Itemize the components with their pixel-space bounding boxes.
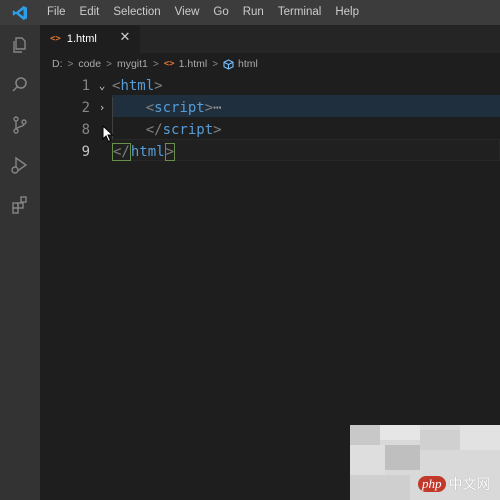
breadcrumb-drive[interactable]: D: — [52, 58, 63, 70]
vscode-logo-icon[interactable] — [0, 0, 40, 25]
menu-help[interactable]: Help — [328, 0, 366, 25]
line-number: 9 — [81, 144, 90, 160]
chevron-right-icon: > — [106, 58, 112, 70]
watermark-logo: php 中文网 — [418, 474, 491, 494]
menu-selection[interactable]: Selection — [106, 0, 167, 25]
menu-file[interactable]: File — [40, 0, 73, 25]
vscode-window: File Edit Selection View Go Run Terminal… — [0, 0, 500, 500]
code-line[interactable]: 1 ⌄ <html> — [40, 75, 500, 97]
breadcrumb-folder-mygit1[interactable]: mygit1 — [117, 58, 148, 70]
menu-bar: File Edit Selection View Go Run Terminal… — [40, 0, 366, 25]
line-number: 8 — [81, 122, 90, 138]
menu-edit[interactable]: Edit — [73, 0, 107, 25]
html-file-icon: <> — [163, 59, 175, 69]
code-text: </script> — [145, 122, 222, 138]
chevron-right-icon: > — [212, 58, 219, 70]
code-line[interactable]: 2 › <script>⋯ — [40, 97, 500, 119]
symbol-element-icon — [223, 58, 234, 70]
chevron-right-icon: > — [152, 58, 159, 70]
close-icon[interactable]: ✕ — [118, 31, 132, 45]
fold-expanded-icon[interactable]: ⌄ — [96, 75, 108, 97]
menu-go[interactable]: Go — [206, 0, 235, 25]
bracket-match: </ — [112, 143, 131, 161]
mouse-pointer-icon — [102, 124, 114, 147]
code-text: </html> — [112, 143, 176, 161]
folded-ellipsis: ⋯ — [213, 100, 222, 116]
source-control-icon[interactable] — [0, 105, 40, 145]
menu-view[interactable]: View — [168, 0, 207, 25]
menu-run[interactable]: Run — [236, 0, 271, 25]
code-text: <html> — [112, 78, 163, 94]
run-debug-icon[interactable] — [0, 145, 40, 185]
tab-bar: <> 1.html ✕ — [40, 25, 500, 53]
tab-label: 1.html — [66, 33, 97, 45]
breadcrumb-file[interactable]: 1.html — [179, 58, 208, 70]
extensions-icon[interactable] — [0, 185, 40, 225]
line-number: 2 — [81, 100, 90, 116]
breadcrumb-symbol[interactable]: html — [238, 58, 258, 70]
tab-1-html[interactable]: <> 1.html ✕ — [40, 25, 140, 53]
menu-terminal[interactable]: Terminal — [271, 0, 328, 25]
html-file-icon: <> — [50, 34, 61, 44]
activity-bar — [0, 25, 40, 500]
watermark: php 中文网 — [350, 425, 500, 500]
fold-collapsed-icon[interactable]: › — [96, 97, 108, 119]
search-icon[interactable] — [0, 65, 40, 105]
title-bar: File Edit Selection View Go Run Terminal… — [0, 0, 500, 25]
explorer-icon[interactable] — [0, 25, 40, 65]
breadcrumb: D: > code > mygit1 > <> 1.html > html — [40, 53, 500, 75]
code-text: <script>⋯ — [145, 100, 222, 116]
line-number: 1 — [81, 78, 90, 94]
chevron-right-icon: > — [67, 58, 74, 70]
bracket-match: > — [164, 143, 176, 161]
breadcrumb-folder-code[interactable]: code — [78, 58, 101, 70]
php-badge: php — [418, 476, 446, 492]
